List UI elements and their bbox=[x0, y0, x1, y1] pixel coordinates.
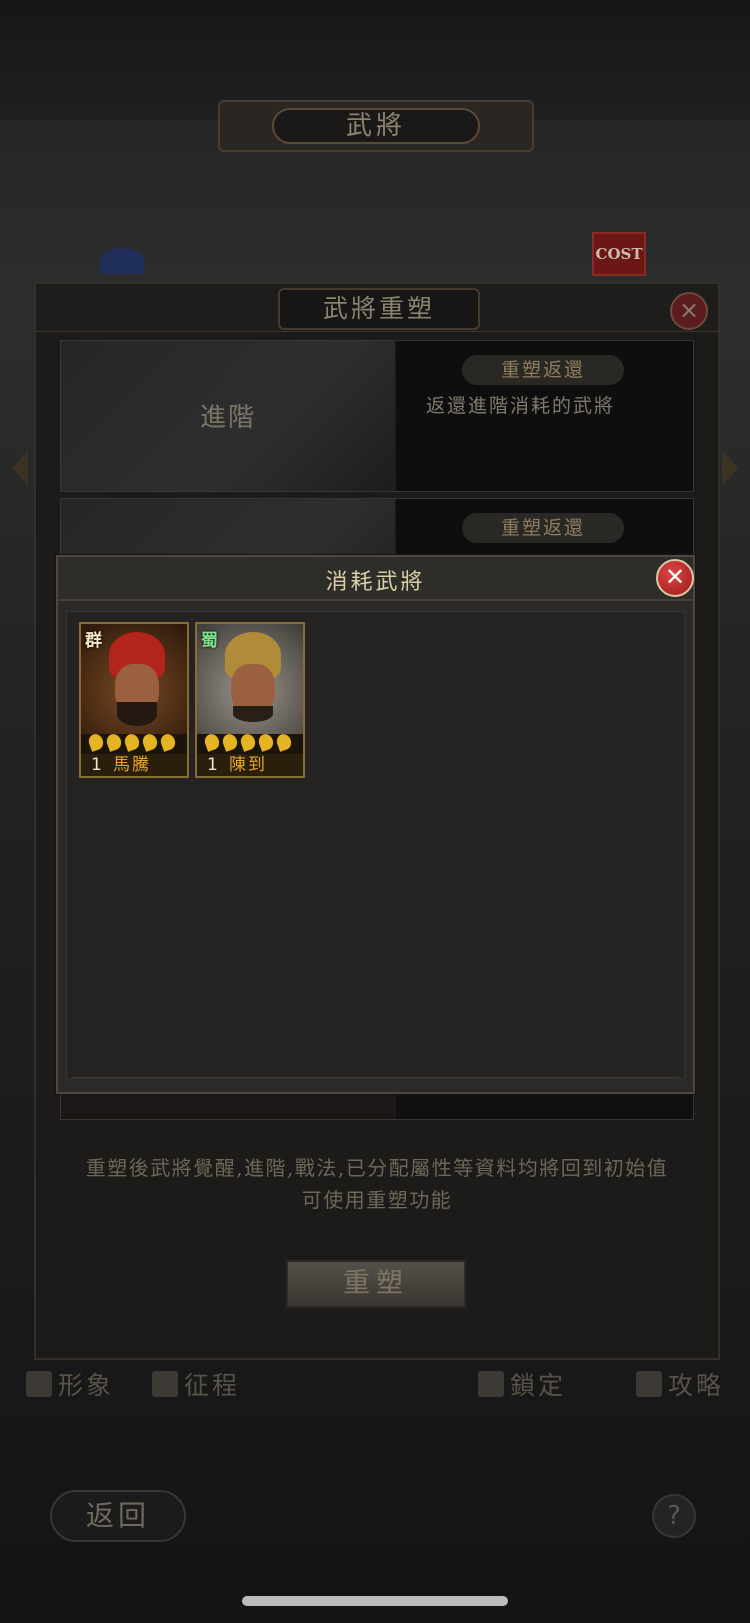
modal-header: 消耗武將 ✕ bbox=[58, 557, 694, 601]
reshape-dialog-header: 武將重塑 × bbox=[36, 284, 718, 332]
star-icon bbox=[140, 732, 160, 752]
reshape-row-advance[interactable]: 進階 重塑返還 返還進階消耗的武將 bbox=[60, 340, 694, 492]
close-icon[interactable]: × bbox=[670, 292, 708, 330]
reshape-button[interactable]: 重塑 bbox=[286, 1260, 466, 1308]
faction-badge: 群 bbox=[85, 631, 102, 651]
gem-icon bbox=[100, 248, 144, 274]
return-tag: 重塑返還 bbox=[462, 355, 624, 385]
modal-title: 消耗武將 bbox=[325, 570, 426, 595]
screen-title: 武將 bbox=[272, 108, 480, 144]
lock-icon bbox=[478, 1371, 504, 1397]
consumed-generals-modal: 消耗武將 ✕ 群 1 馬騰 蜀 1 陳到 bbox=[56, 555, 695, 1094]
reshape-note: 重塑後武將覺醒,進階,戰法,已分配屬性等資料均將回到初始值 bbox=[85, 1156, 669, 1180]
scroll-icon bbox=[636, 1371, 662, 1397]
star-icon bbox=[202, 732, 222, 752]
star-icon bbox=[256, 732, 276, 752]
modal-divider bbox=[72, 1077, 679, 1078]
star-icon bbox=[238, 732, 258, 752]
general-card[interactable]: 蜀 1 陳到 bbox=[195, 622, 305, 778]
arrow-left-icon[interactable] bbox=[12, 450, 28, 486]
cost-badge[interactable]: COST bbox=[592, 232, 646, 276]
general-level: 1 bbox=[91, 755, 102, 775]
faction-badge: 蜀 bbox=[201, 631, 218, 651]
star-icon bbox=[158, 732, 178, 752]
nav-appearance[interactable]: 形象 bbox=[26, 1366, 114, 1402]
nav-journey[interactable]: 征程 bbox=[152, 1366, 240, 1402]
nav-guide[interactable]: 攻略 bbox=[636, 1366, 724, 1402]
general-name: 陳到 bbox=[229, 755, 267, 775]
home-indicator[interactable] bbox=[242, 1596, 508, 1606]
star-icon bbox=[86, 732, 106, 752]
star-icon bbox=[104, 732, 124, 752]
reshape-note: 可使用重塑功能 bbox=[301, 1188, 453, 1212]
reshape-dialog-title: 武將重塑 bbox=[278, 288, 480, 330]
general-name: 馬騰 bbox=[113, 755, 151, 775]
close-icon[interactable]: ✕ bbox=[656, 559, 694, 597]
screen-title-frame: 武將 bbox=[218, 100, 534, 152]
nav-label: 征程 bbox=[184, 1371, 241, 1400]
nav-label: 鎖定 bbox=[510, 1371, 567, 1400]
return-tag: 重塑返還 bbox=[462, 513, 624, 543]
arrow-right-icon[interactable] bbox=[722, 450, 738, 486]
person-icon bbox=[26, 1371, 52, 1397]
nav-label: 攻略 bbox=[668, 1371, 725, 1400]
star-icon bbox=[274, 732, 294, 752]
nav-lock[interactable]: 鎖定 bbox=[478, 1366, 566, 1402]
help-button[interactable]: ? bbox=[652, 1494, 696, 1538]
star-icon bbox=[220, 732, 240, 752]
star-rating bbox=[202, 732, 294, 752]
star-icon bbox=[122, 732, 142, 752]
generals-list: 群 1 馬騰 蜀 1 陳到 bbox=[66, 611, 685, 1079]
back-button[interactable]: 返回 bbox=[50, 1490, 186, 1542]
general-card[interactable]: 群 1 馬騰 bbox=[79, 622, 189, 778]
row-label: 進階 bbox=[199, 403, 256, 433]
nav-label: 形象 bbox=[58, 1371, 115, 1400]
star-rating bbox=[86, 732, 178, 752]
flag-icon bbox=[152, 1371, 178, 1397]
row-description: 返還進階消耗的武將 bbox=[426, 395, 616, 417]
general-level: 1 bbox=[207, 755, 218, 775]
